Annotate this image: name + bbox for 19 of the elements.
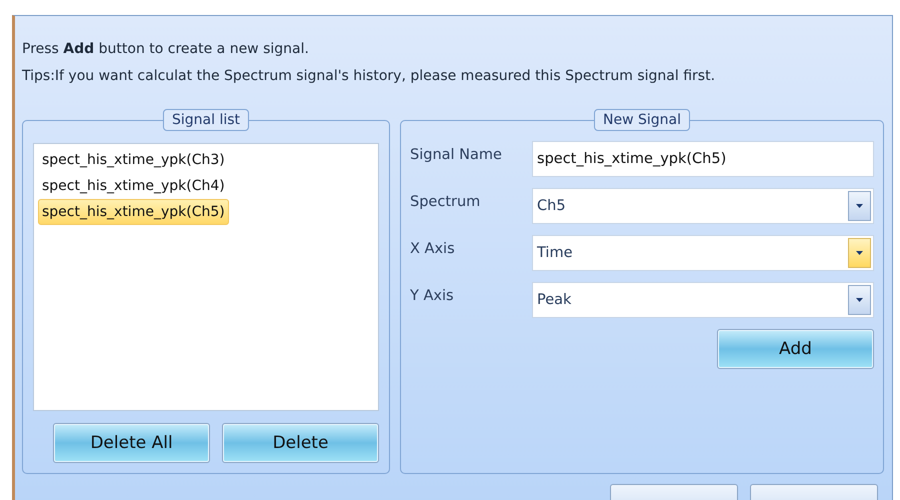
- add-button[interactable]: Add: [717, 329, 874, 369]
- delete-button[interactable]: Delete: [222, 423, 380, 463]
- signal-listbox[interactable]: spect_his_xtime_ypk(Ch3) spect_his_xtime_ypk(Ch4) spect_his_xtime_ypk(Ch5): [33, 143, 380, 411]
- dropdown-field[interactable]: Peak: [532, 282, 874, 318]
- signal-list-item[interactable]: spect_his_xtime_ypk(Ch5): [38, 199, 229, 225]
- signal-list-item[interactable]: spect_his_xtime_ypk(Ch4): [38, 173, 229, 199]
- dropdown-field[interactable]: Ch5: [532, 188, 874, 224]
- delete-button[interactable]: Delete All: [53, 423, 210, 463]
- field-label: Spectrum: [410, 193, 482, 210]
- field-label: Y Axis: [410, 287, 455, 304]
- tips-text: Tips:If you want calculat the Spectrum signal's history, please measured this Spectrum signal first.: [22, 67, 716, 86]
- group-title: Signal list: [162, 109, 250, 131]
- instruction-text: Press Add button to create a new signal.: [22, 40, 310, 59]
- signal-name-field[interactable]: spect_his_xtime_ypk(Ch5): [532, 141, 874, 177]
- field-label: Signal Name: [410, 146, 503, 163]
- field-label: X Axis: [410, 240, 456, 257]
- group-title: New Signal: [594, 109, 690, 131]
- dropdown-field[interactable]: Time: [532, 235, 874, 271]
- signal-list-item[interactable]: spect_his_xtime_ypk(Ch3): [38, 147, 229, 173]
